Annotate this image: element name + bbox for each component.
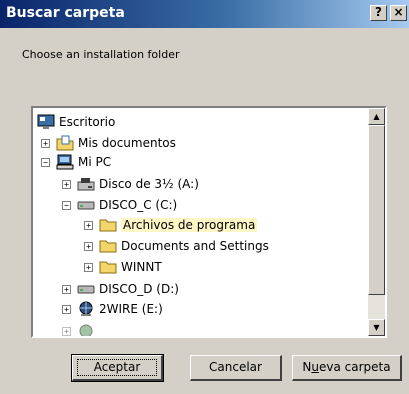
my-computer-icon: [56, 154, 74, 170]
new-folder-label-suffix: eva carpeta: [318, 360, 391, 374]
tree-item-label: Documents and Settings: [121, 239, 269, 253]
cancel-button-label: Cancelar: [209, 360, 262, 374]
tree-item-archivos-de-programa[interactable]: + Archivos de programa: [84, 215, 258, 235]
tree-item-2wire[interactable]: + 2WIRE (E:): [62, 299, 163, 319]
tree-item-disco-a[interactable]: + Disco de 3½ (A:): [62, 174, 199, 194]
tree-item-winnt[interactable]: + WINNT: [84, 257, 162, 277]
desktop-icon: [37, 114, 55, 130]
scroll-thumb[interactable]: [368, 125, 385, 295]
scroll-down-arrow-icon[interactable]: ▼: [368, 319, 385, 336]
tree-item-disco-d[interactable]: + DISCO_D (D:): [62, 279, 179, 299]
expand-icon: +: [62, 326, 71, 336]
collapse-icon[interactable]: −: [62, 200, 71, 210]
floppy-drive-icon: [77, 176, 95, 192]
expand-icon[interactable]: +: [41, 138, 50, 148]
accept-button[interactable]: Aceptar: [71, 354, 164, 382]
hard-drive-icon: [77, 197, 95, 213]
hard-drive-icon: [77, 281, 95, 297]
tree-item-label: 2WIRE (E:): [99, 302, 163, 316]
expand-icon[interactable]: +: [62, 179, 71, 189]
new-folder-mnemonic: u: [311, 360, 319, 374]
tree-scrollbar[interactable]: ▲ ▼: [368, 108, 385, 336]
help-button[interactable]: ?: [370, 5, 387, 21]
cd-drive-icon: [77, 323, 95, 336]
tree-item-mi-pc[interactable]: − Mi PC: [41, 152, 111, 172]
cancel-button[interactable]: Cancelar: [190, 355, 282, 381]
dialog-title: Buscar carpeta: [6, 5, 125, 21]
browse-folder-dialog: Buscar carpeta ? × Choose an installatio…: [0, 0, 409, 394]
tree-item-label: Escritorio: [59, 115, 116, 129]
tree-item-escritorio[interactable]: Escritorio: [37, 112, 115, 132]
tree-item-disco-c[interactable]: − DISCO_C (C:): [62, 195, 177, 215]
tree-item-label: DISCO_C (C:): [99, 198, 178, 212]
folder-icon: [99, 259, 117, 275]
dialog-prompt: Choose an installation folder: [22, 48, 180, 61]
tree-item-label: Disco de 3½ (A:): [99, 177, 199, 191]
scroll-up-arrow-icon[interactable]: ▲: [368, 108, 385, 125]
title-bar[interactable]: Buscar carpeta ? ×: [0, 0, 409, 28]
expand-icon[interactable]: +: [62, 284, 71, 294]
new-folder-button[interactable]: Nueva carpeta: [292, 355, 402, 381]
tree-item-documents-and-settings[interactable]: + Documents and Settings: [84, 236, 269, 256]
folder-icon: [99, 238, 117, 254]
focus-rectangle: [77, 359, 157, 376]
tree-item-label: Archivos de programa: [121, 218, 258, 232]
folder-icon: [99, 217, 117, 233]
tree-item-label: Mis documentos: [78, 136, 176, 150]
expand-icon[interactable]: +: [62, 304, 71, 314]
my-documents-icon: [56, 135, 74, 151]
close-button[interactable]: ×: [390, 5, 407, 21]
folder-tree[interactable]: Escritorio + Mis documentos − Mi PC + Di…: [31, 106, 387, 338]
expand-icon[interactable]: +: [84, 262, 93, 272]
expand-icon[interactable]: +: [84, 241, 93, 251]
network-drive-icon: [77, 301, 95, 317]
tree-item-mis-documentos[interactable]: + Mis documentos: [41, 133, 176, 153]
tree-item-label: Mi PC: [78, 155, 112, 169]
tree-item-partial: +: [62, 321, 99, 336]
expand-icon[interactable]: +: [84, 220, 93, 230]
tree-item-label: DISCO_D (D:): [99, 282, 179, 296]
tree-item-label: WINNT: [121, 260, 162, 274]
collapse-icon[interactable]: −: [41, 157, 50, 167]
